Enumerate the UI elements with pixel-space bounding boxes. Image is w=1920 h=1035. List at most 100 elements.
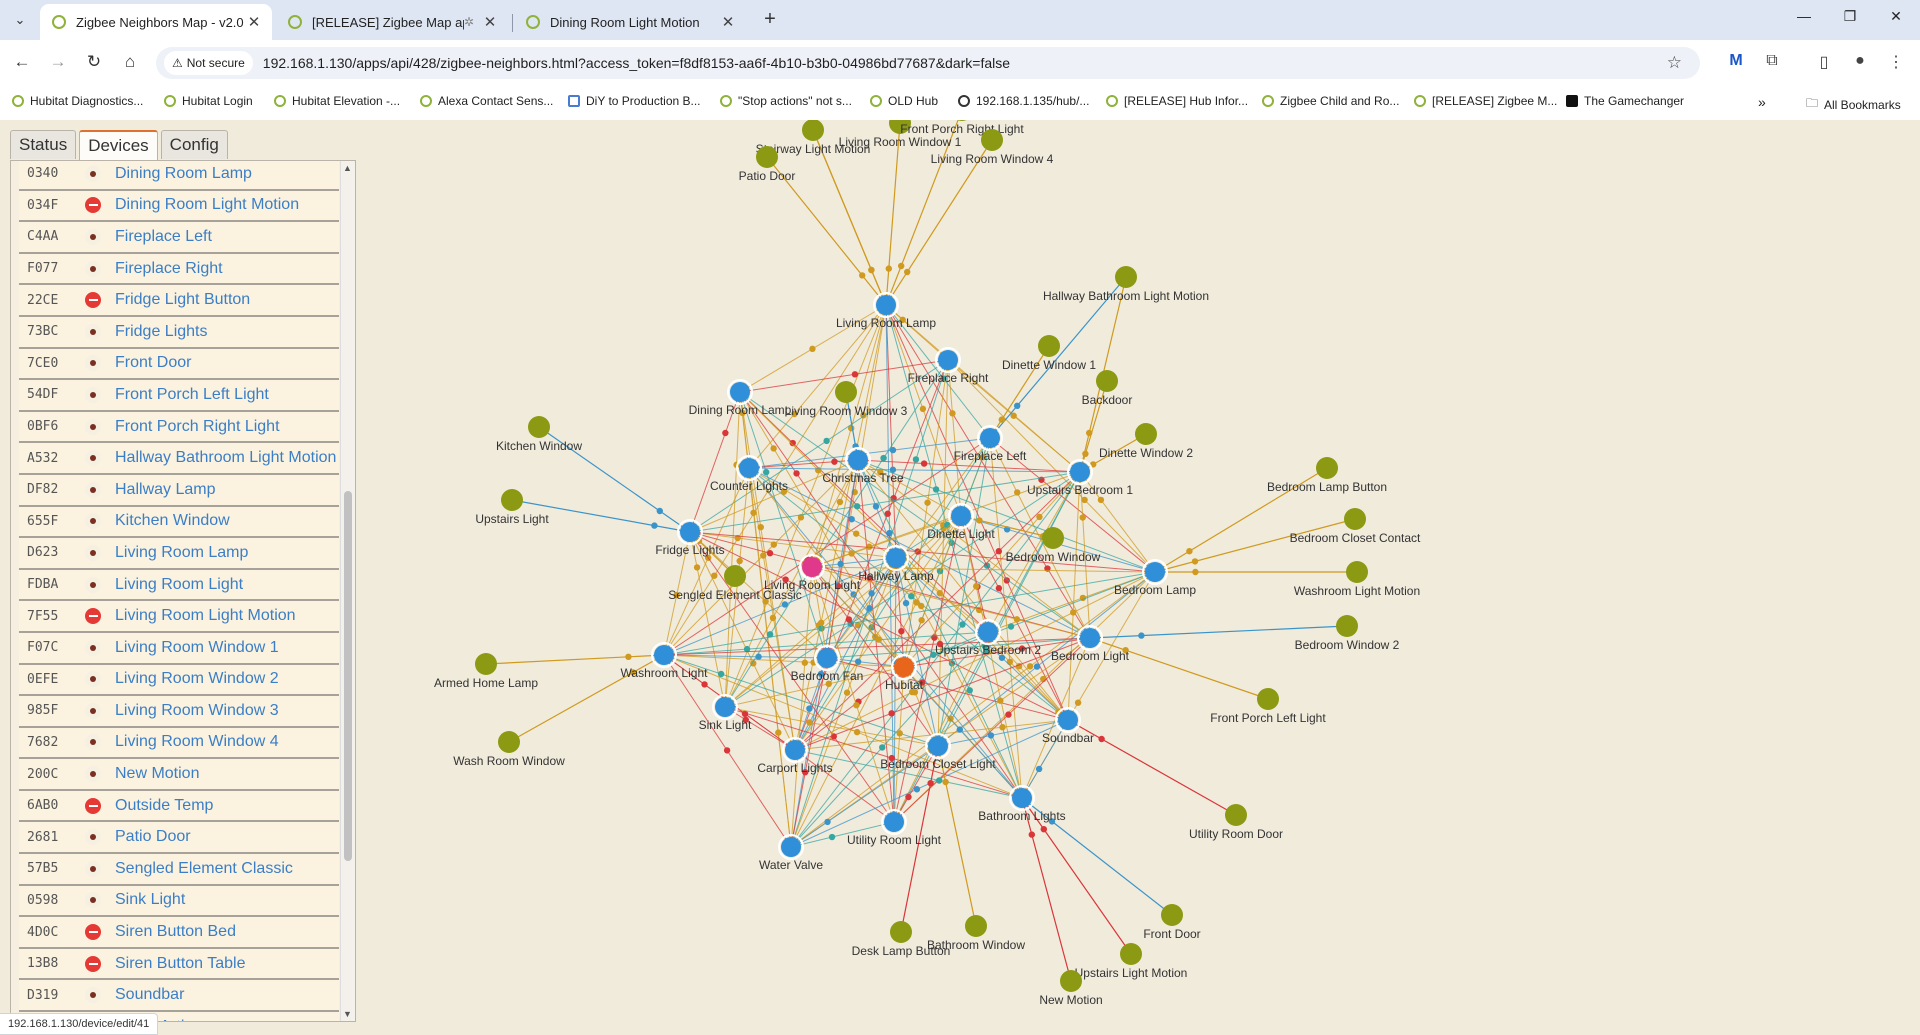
device-name-link[interactable]: Sengled Element Classic xyxy=(115,860,293,878)
device-row[interactable]: F07C Living Room Window 1 xyxy=(19,632,339,665)
bookmark-star-icon[interactable]: ☆ xyxy=(1667,53,1682,73)
tab-status[interactable]: Status xyxy=(10,130,77,159)
device-name-link[interactable]: Front Door xyxy=(115,354,191,372)
device-row[interactable]: D623 Living Room Lamp xyxy=(19,538,339,570)
router-node[interactable]: Fireplace Right xyxy=(908,347,989,385)
device-name-link[interactable]: Siren Button Table xyxy=(115,955,245,973)
more-bookmarks-icon[interactable]: » xyxy=(1758,94,1766,110)
back-icon[interactable]: ← xyxy=(10,52,34,72)
device-row[interactable]: DF82 Hallway Lamp xyxy=(19,474,339,507)
device-name-link[interactable]: Front Porch Left Light xyxy=(115,386,269,404)
router-node[interactable]: Dining Room Lamp xyxy=(689,379,792,417)
device-row[interactable]: 7F55 Living Room Light Motion xyxy=(19,601,339,633)
scroll-down-icon[interactable]: ▼ xyxy=(343,1009,352,1019)
device-row[interactable]: 6AB0 Outside Temp xyxy=(19,790,339,823)
device-row[interactable]: D319 Soundbar xyxy=(19,980,339,1013)
end-device-node[interactable]: Front Porch Left Light xyxy=(1210,688,1326,725)
bookmark-item[interactable]: [RELEASE] Zigbee M... xyxy=(1414,94,1557,108)
router-node[interactable]: Water Valve xyxy=(759,834,823,872)
close-tab-icon[interactable]: ✕ xyxy=(244,13,264,31)
device-row[interactable]: A532 Hallway Bathroom Light Motion xyxy=(19,443,339,475)
device-row[interactable]: 985F Living Room Window 3 xyxy=(19,696,339,728)
router-node[interactable]: Bedroom Closet Light xyxy=(880,733,996,771)
device-row[interactable]: 2681 Patio Door xyxy=(19,822,339,855)
end-device-node[interactable]: Front Door xyxy=(1143,904,1201,941)
bookmark-item[interactable]: Hubitat Diagnostics... xyxy=(12,94,143,108)
router-node[interactable]: Bedroom Lamp xyxy=(1114,559,1196,597)
close-tab-icon[interactable]: ✕ xyxy=(718,13,738,31)
end-device-node[interactable]: Bedroom Lamp Button xyxy=(1267,457,1387,494)
device-row[interactable]: 0598 Sink Light xyxy=(19,885,339,918)
bookmark-item[interactable]: [RELEASE] Hub Infor... xyxy=(1106,94,1248,108)
device-list-scrollbar[interactable]: ▲ ▼ xyxy=(340,161,355,1021)
bookmark-item[interactable]: DiY to Production B... xyxy=(568,94,701,108)
bookmark-item[interactable]: "Stop actions" not s... xyxy=(720,94,852,108)
side-panel-icon[interactable]: ▯ xyxy=(1812,52,1836,72)
device-name-link[interactable]: Dining Room Lamp xyxy=(115,165,252,183)
router-node[interactable]: Fireplace Left xyxy=(954,425,1027,463)
device-name-link[interactable]: Soundbar xyxy=(115,986,184,1004)
end-device-node[interactable]: Washroom Light Motion xyxy=(1294,561,1420,598)
device-name-link[interactable]: Patio Door xyxy=(115,828,191,846)
device-name-link[interactable]: New Motion xyxy=(115,765,199,783)
end-device-node[interactable]: Bedroom Window 2 xyxy=(1295,615,1400,652)
end-device-node[interactable]: Bathroom Window xyxy=(927,915,1025,952)
restore-icon[interactable]: ❐ xyxy=(1830,8,1870,25)
device-name-link[interactable]: Hallway Bathroom Light Motion xyxy=(115,449,336,467)
end-device-node[interactable]: Backdoor xyxy=(1082,370,1133,407)
device-row[interactable]: 034F Dining Room Light Motion xyxy=(19,190,339,223)
scroll-up-icon[interactable]: ▲ xyxy=(343,163,352,173)
router-node[interactable]: Carport Lights xyxy=(757,737,833,775)
bookmark-item[interactable]: The Gamechanger xyxy=(1566,94,1684,108)
device-row[interactable]: FDBA Living Room Light xyxy=(19,569,339,602)
bookmark-item[interactable]: 192.168.1.135/hub/... xyxy=(958,94,1089,108)
end-device-node[interactable]: Kitchen Window xyxy=(496,416,582,453)
router-node[interactable]: Soundbar xyxy=(1042,707,1094,745)
browser-tab-active[interactable]: Zigbee Neighbors Map - v2.0.0 ✕ xyxy=(40,4,272,40)
new-tab-icon[interactable]: + xyxy=(758,8,782,31)
device-row[interactable]: 0BF6 Front Porch Right Light xyxy=(19,411,339,444)
device-row[interactable]: 4D0C Siren Button Bed xyxy=(19,917,339,949)
minimize-icon[interactable]: — xyxy=(1784,8,1824,24)
tab-devices[interactable]: Devices xyxy=(79,130,158,160)
bookmark-item[interactable]: Hubitat Elevation -... xyxy=(274,94,400,108)
tab-config[interactable]: Config xyxy=(160,130,228,159)
security-chip[interactable]: ⚠ Not secure xyxy=(164,51,253,75)
device-name-link[interactable]: Kitchen Window xyxy=(115,512,230,530)
device-name-link[interactable]: Living Room Window 3 xyxy=(115,702,279,720)
device-name-link[interactable]: Fridge Lights xyxy=(115,323,208,341)
device-name-link[interactable]: Living Room Window 1 xyxy=(115,639,279,657)
url-text[interactable]: 192.168.1.130/apps/api/428/zigbee-neighb… xyxy=(263,55,1010,71)
end-device-node[interactable]: Dinette Window 1 xyxy=(1002,335,1096,372)
device-row[interactable]: 200C New Motion xyxy=(19,759,339,791)
address-bar[interactable]: ⚠ Not secure 192.168.1.130/apps/api/428/z… xyxy=(156,47,1700,79)
extensions-puzzle-icon[interactable]: ⧉ xyxy=(1760,52,1784,70)
device-name-link[interactable]: Living Room Window 4 xyxy=(115,733,279,751)
forward-icon[interactable]: → xyxy=(46,52,70,72)
end-device-node[interactable]: Utility Room Door xyxy=(1189,804,1283,841)
profile-avatar-icon[interactable]: ● xyxy=(1848,52,1872,70)
device-name-link[interactable]: Fireplace Left xyxy=(115,228,212,246)
bookmark-item[interactable]: Zigbee Child and Ro... xyxy=(1262,94,1399,108)
router-node[interactable]: Utility Room Light xyxy=(847,809,942,847)
close-window-icon[interactable]: ✕ xyxy=(1876,8,1916,25)
device-name-link[interactable]: Living Room Light xyxy=(115,576,243,594)
browser-tab[interactable]: [RELEASE] Zigbee Map app - ✲ ✕ xyxy=(276,4,508,40)
hub-node[interactable]: Hubitat xyxy=(885,654,924,692)
device-name-link[interactable]: Outside Temp xyxy=(115,797,213,815)
device-row[interactable]: F077 Fireplace Right xyxy=(19,253,339,286)
device-row[interactable]: 7682 Living Room Window 4 xyxy=(19,727,339,760)
router-node[interactable]: Living Room Lamp xyxy=(836,292,936,330)
reload-icon[interactable]: ↻ xyxy=(82,52,106,72)
device-row[interactable]: 0EFE Living Room Window 2 xyxy=(19,664,339,697)
end-device-node[interactable]: Upstairs Light Motion xyxy=(1075,943,1188,980)
bookmark-item[interactable]: Hubitat Login xyxy=(164,94,253,108)
scroll-thumb[interactable] xyxy=(344,491,352,861)
device-row[interactable]: 655F Kitchen Window xyxy=(19,506,339,539)
device-name-link[interactable]: Living Room Lamp xyxy=(115,544,248,562)
device-row[interactable]: 7CE0 Front Door xyxy=(19,348,339,381)
device-row[interactable]: 54DF Front Porch Left Light xyxy=(19,380,339,412)
device-name-link[interactable]: Living Room Light Motion xyxy=(115,607,296,625)
end-device-node[interactable]: Dinette Window 2 xyxy=(1099,423,1193,460)
device-name-link[interactable]: Fireplace Right xyxy=(115,260,223,278)
